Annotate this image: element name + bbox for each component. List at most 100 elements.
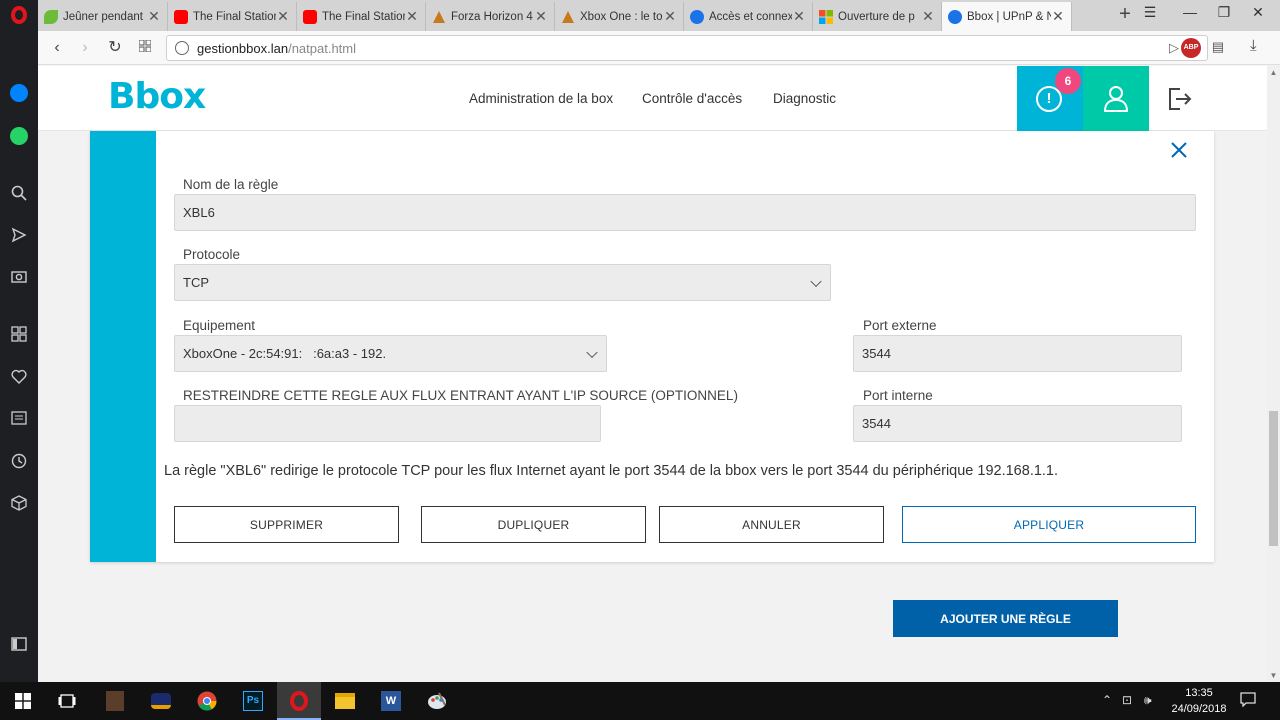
restore-icon[interactable]: ❐ (1212, 4, 1236, 26)
extensions-icon[interactable] (8, 492, 30, 514)
rule-summary-text: La règle "XBL6" redirige le protocole TC… (164, 463, 1059, 479)
file-explorer-icon[interactable] (334, 690, 356, 712)
minimize-icon[interactable]: — (1178, 4, 1202, 26)
network-icon[interactable]: ⊡ (1122, 693, 1132, 707)
speed-dial-icon[interactable] (8, 323, 30, 345)
device-value: XboxOne - 2c:54:91: :6a:a3 - 192. (183, 346, 408, 361)
reload-icon[interactable]: ↻ (104, 37, 126, 59)
photoshop-icon[interactable]: Ps (242, 690, 264, 712)
opera-menu-icon[interactable] (8, 4, 30, 26)
tab-strip: Jeûner pendant ✕ The Final Station ✕ The… (38, 0, 1280, 31)
sidebar-toggle-icon[interactable] (8, 633, 30, 655)
tab-2[interactable]: The Final Station ✕ (297, 2, 426, 31)
bbox-logo[interactable]: Bbox (108, 76, 206, 117)
send-icon[interactable] (8, 224, 30, 246)
duplicate-button[interactable]: DUPLIQUER (421, 506, 646, 543)
nav-access-control[interactable]: Contrôle d'accès (642, 91, 742, 106)
close-tab-icon[interactable]: ✕ (405, 8, 419, 25)
nav-administration[interactable]: Administration de la box (469, 91, 613, 106)
close-tab-icon[interactable]: ✕ (921, 8, 935, 25)
page-viewport: Bbox Administration de la box Contrôle d… (38, 66, 1267, 682)
internal-port-value: 3544 (862, 416, 891, 431)
account-button[interactable] (1083, 66, 1149, 131)
notifications-button[interactable]: ! 6 (1017, 66, 1083, 131)
delete-button[interactable]: SUPPRIMER (174, 506, 399, 543)
tab-3[interactable]: Forza Horizon 4 ✕ (426, 2, 555, 31)
app-icon[interactable] (104, 690, 126, 712)
add-rule-button[interactable]: AJOUTER UNE RÈGLE (893, 600, 1118, 637)
external-port-input[interactable]: 3544 (853, 335, 1182, 372)
chevron-down-icon (810, 275, 822, 287)
close-window-icon[interactable]: ✕ (1246, 4, 1270, 26)
rule-name-input[interactable]: XBL6 (174, 194, 1196, 231)
new-tab-plus-icon[interactable]: + (1114, 4, 1136, 26)
close-tab-icon[interactable]: ✕ (663, 8, 677, 25)
bouygues-icon (948, 9, 962, 24)
speed-dial-icon[interactable] (134, 37, 156, 59)
page-scrollbar[interactable]: ▲ ▼ (1267, 66, 1280, 682)
scroll-thumb[interactable] (1269, 411, 1278, 546)
cancel-button[interactable]: ANNULER (659, 506, 884, 543)
messenger-icon[interactable] (8, 82, 30, 104)
app-icon[interactable] (150, 690, 172, 712)
tab-title: Ouverture de p (838, 10, 915, 23)
back-icon[interactable]: ‹ (46, 37, 68, 59)
close-tab-icon[interactable]: ✕ (534, 8, 548, 25)
tab-5[interactable]: Accès et connex ✕ (684, 2, 813, 31)
leaf-icon (44, 9, 58, 24)
rule-name-label: Nom de la règle (183, 177, 279, 192)
device-select[interactable]: XboxOne - 2c:54:91: :6a:a3 - 192. (174, 335, 607, 372)
restrict-source-ip-input[interactable] (174, 405, 601, 442)
camera-icon[interactable] (8, 265, 30, 287)
send-page-icon[interactable]: ▷ (1169, 40, 1179, 56)
tab-title: Forza Horizon 4 (451, 10, 533, 23)
chrome-icon[interactable] (196, 690, 218, 712)
volume-icon[interactable]: 🕪 (1144, 693, 1152, 708)
history-icon[interactable] (8, 450, 30, 472)
close-tab-icon[interactable]: ✕ (276, 8, 290, 25)
internal-port-input[interactable]: 3544 (853, 405, 1182, 442)
search-icon[interactable] (8, 182, 30, 204)
close-icon[interactable] (1170, 141, 1192, 163)
tab-6[interactable]: Ouverture de p ✕ (813, 2, 942, 31)
tab-1[interactable]: The Final Station ✕ (168, 2, 297, 31)
clock-time: 13:35 (1185, 687, 1213, 699)
forward-icon[interactable]: › (74, 37, 96, 59)
tab-4[interactable]: Xbox One : le to ✕ (555, 2, 684, 31)
opera-icon[interactable] (288, 690, 310, 712)
heart-icon[interactable] (8, 365, 30, 387)
tab-7-active[interactable]: Bbox | UPnP & N ✕ (942, 2, 1072, 31)
close-tab-icon[interactable]: ✕ (147, 8, 161, 25)
tray-chevron-icon[interactable]: ⌃ (1102, 693, 1112, 707)
protocol-select[interactable]: TCP (174, 264, 831, 301)
windows-start-icon[interactable] (12, 690, 34, 712)
logout-button[interactable] (1166, 86, 1196, 112)
scroll-up-icon[interactable]: ▲ (1267, 66, 1280, 79)
globe-icon (175, 41, 189, 55)
close-tab-icon[interactable]: ✕ (792, 8, 806, 25)
opera-sidebar (0, 0, 38, 682)
notification-center-icon[interactable] (1240, 691, 1256, 710)
tab-0[interactable]: Jeûner pendant ✕ (38, 2, 168, 31)
task-view-icon[interactable] (56, 690, 78, 712)
close-tab-icon[interactable]: ✕ (1051, 8, 1065, 25)
youtube-icon (174, 9, 188, 24)
card-accent-bar (90, 131, 156, 562)
tab-menu-icon[interactable]: ☰ (1138, 4, 1162, 26)
tab-title: Jeûner pendant (63, 10, 143, 23)
url-input[interactable]: gestionbbox.lan/natpat.html ▷ ♡ (166, 35, 1208, 61)
whatsapp-icon[interactable] (8, 125, 30, 147)
scroll-down-icon[interactable]: ▼ (1267, 669, 1280, 682)
taskbar-clock[interactable]: 13:35 24/09/2018 (1164, 685, 1234, 717)
rule-name-value: XBL6 (183, 205, 215, 220)
wallet-icon[interactable]: ▤ (1210, 39, 1226, 57)
paint-icon[interactable] (426, 690, 448, 712)
news-icon[interactable] (8, 407, 30, 429)
download-icon[interactable]: ⤓ (1250, 37, 1257, 54)
apply-button[interactable]: APPLIQUER (902, 506, 1196, 543)
adblock-icon[interactable]: ABP (1181, 38, 1201, 58)
microsoft-icon (819, 9, 833, 24)
youtube-icon (303, 9, 317, 24)
nav-diagnostic[interactable]: Diagnostic (773, 91, 836, 106)
word-icon[interactable]: W (380, 690, 402, 712)
